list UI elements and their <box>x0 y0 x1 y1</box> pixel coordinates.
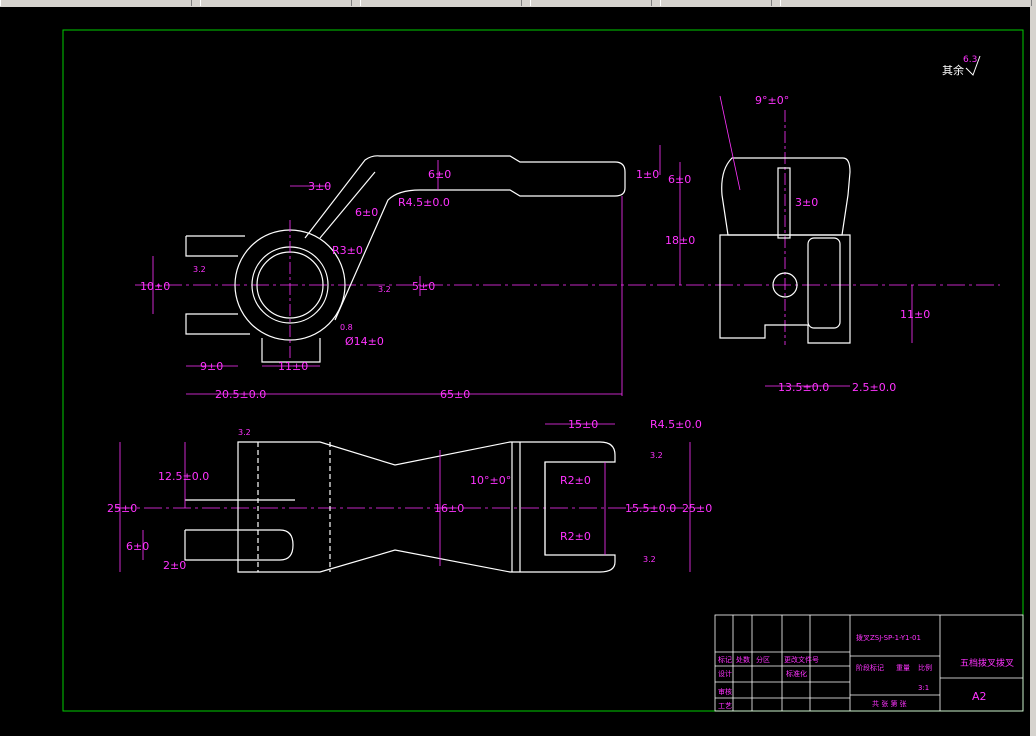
tb-row-label: 更改文件号 <box>784 655 819 664</box>
scale: 3:1 <box>918 684 929 692</box>
drawing-title: 五档拨叉拨叉 <box>960 657 1014 669</box>
dim-15: 15±0 <box>568 418 598 431</box>
tb-row-label: 标记 <box>718 655 732 664</box>
roughness-label: 3.2 <box>238 428 251 437</box>
bottom-view <box>115 441 700 573</box>
tb-standard: 标准化 <box>786 669 807 678</box>
tb-design: 设计 <box>718 669 732 678</box>
dim-6a: 6±0 <box>428 168 451 181</box>
dim-r2b: R2±0 <box>560 530 591 543</box>
dim-25r: 25±0 <box>682 502 712 515</box>
side-rib <box>777 167 791 239</box>
dim-10: 10±0 <box>140 280 170 293</box>
tb-ratio: 比例 <box>918 663 932 672</box>
drawing-number: 拨叉ZSJ-SP-1-Y1-01 <box>856 633 921 642</box>
dim-11b: 11±0 <box>900 308 930 321</box>
toolbar-tab[interactable] <box>660 0 772 6</box>
dim-3b: 3±0 <box>795 196 818 209</box>
side-slot <box>807 237 841 329</box>
dim-125: 12.5±0.0 <box>158 470 209 483</box>
vertical-scrollbar[interactable] <box>1030 7 1036 736</box>
lower-tab <box>261 338 321 363</box>
roughness-label: 3.2 <box>193 265 206 274</box>
dim-65: 65±0 <box>440 388 470 401</box>
dim-r2a: R2±0 <box>560 474 591 487</box>
tb-sheets: 共 张 第 张 <box>872 699 907 708</box>
dim-25a: 2.5±0.0 <box>852 381 896 394</box>
dim-2: 2±0 <box>163 559 186 572</box>
toolbar-tab[interactable] <box>360 0 522 6</box>
dim-1: 1±0 <box>636 168 659 181</box>
tb-row-label: 处数 <box>736 655 750 664</box>
dim-9deg: 9°±0° <box>755 94 789 107</box>
toolbar-tab[interactable] <box>780 0 1032 6</box>
dim-18: 18±0 <box>665 234 695 247</box>
window-toolbar-strip <box>0 0 1036 7</box>
dim-6b: 6±0 <box>355 206 378 219</box>
toolbar-tab[interactable] <box>530 0 652 6</box>
side-view <box>719 110 851 345</box>
title-block-text: 拨叉ZSJ-SP-1-Y1-01 五档拨叉拨叉 A2 3:1 标记 处数 分区 … <box>718 633 1014 710</box>
dim-r45: R4.5±0.0 <box>398 196 450 209</box>
dim-9: 9±0 <box>200 360 223 373</box>
dim-6d: 6±0 <box>126 540 149 553</box>
tb-review: 审核 <box>718 687 732 696</box>
bottom-pin <box>184 499 295 561</box>
dim-r3: R3±0 <box>332 244 363 257</box>
roughness-label: 0.8 <box>340 323 353 332</box>
tb-row-label: 分区 <box>756 655 770 664</box>
dim-5: 5±0 <box>412 280 435 293</box>
dim-135: 13.5±0.0 <box>778 381 829 394</box>
dim-10deg: 10°±0° <box>470 474 511 487</box>
dim-6c: 6±0 <box>668 173 691 186</box>
front-view <box>135 155 1000 363</box>
roughness-label: 3.2 <box>378 285 391 294</box>
bottom-outline <box>237 441 616 573</box>
side-top-block <box>721 157 851 236</box>
dim-25l: 25±0 <box>107 502 137 515</box>
roughness-label: 3.2 <box>650 451 663 460</box>
toolbar-tab[interactable] <box>0 0 192 6</box>
dim-11a: 11±0 <box>278 360 308 373</box>
tb-stage: 阶段标记 <box>856 663 884 672</box>
dim-dia14: Ø14±0 <box>345 335 384 348</box>
surface-finish-note: 其余 6.3 <box>942 55 981 77</box>
surface-note-text: 其余 <box>942 63 964 77</box>
surface-note-value: 6.3 <box>963 55 977 65</box>
dim-205: 20.5±0.0 <box>215 388 266 401</box>
sheet-size: A2 <box>972 690 987 703</box>
dim-16: 16±0 <box>434 502 464 515</box>
roughness-label: 3.2 <box>643 555 656 564</box>
toolbar-tab[interactable] <box>200 0 352 6</box>
tb-process: 工艺 <box>718 702 732 710</box>
dim-3: 3±0 <box>308 180 331 193</box>
tb-weight: 重量 <box>896 664 910 672</box>
dim-155: 15.5±0.0 <box>625 502 676 515</box>
dim-r45b: R4.5±0.0 <box>650 418 702 431</box>
cad-drawing-canvas[interactable]: 其余 6.3 3±0 6±0 6±0 1±0 6±0 R4.5±0.0 R3±0… <box>0 7 1030 736</box>
fork-arm-outline <box>304 155 626 321</box>
